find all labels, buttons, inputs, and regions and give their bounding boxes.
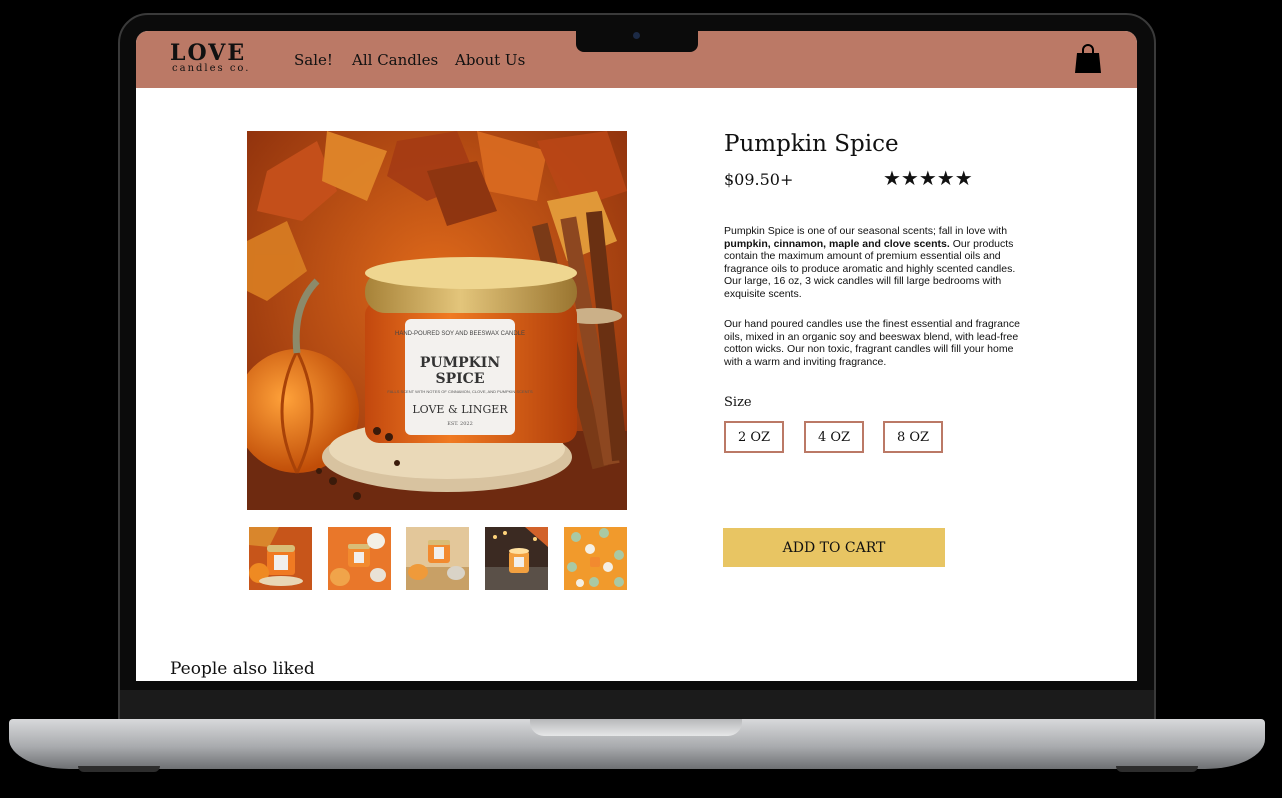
- nav-link-about-us[interactable]: About Us: [455, 51, 525, 69]
- product-thumbnail-3[interactable]: [406, 527, 469, 590]
- size-option-8oz[interactable]: 8 OZ: [883, 421, 943, 453]
- laptop-foot-right: [1116, 766, 1198, 772]
- description-scent-notes: pumpkin, cinnamon, maple and clove scent…: [724, 237, 950, 250]
- nav-link-all-candles[interactable]: All Candles: [352, 51, 438, 69]
- size-option-4oz[interactable]: 4 OZ: [804, 421, 864, 453]
- jar-label-maker: LOVE & LINGER: [412, 403, 508, 416]
- jar-label-top: HAND-POURED SOY AND BEESWAX CANDLE: [395, 331, 525, 337]
- rating-stars-icon: ★★★★★: [883, 168, 973, 190]
- add-to-cart-button[interactable]: ADD TO CART: [723, 528, 945, 567]
- product-thumbnail-2[interactable]: [328, 527, 391, 590]
- product-main-image: HAND-POURED SOY AND BEESWAX CANDLE PUMPK…: [247, 131, 627, 510]
- size-label: Size: [724, 395, 752, 410]
- size-option-2oz[interactable]: 2 OZ: [724, 421, 784, 453]
- jar-label-name-1: PUMPKIN: [420, 355, 500, 371]
- camera-icon: [633, 32, 640, 39]
- laptop-chin: [120, 690, 1154, 722]
- product-thumbnail-4[interactable]: [485, 527, 548, 590]
- brand-logo[interactable]: LOVE candles co.: [170, 42, 250, 74]
- nav-link-sale[interactable]: Sale!: [294, 51, 333, 69]
- product-thumbnail-1[interactable]: [249, 527, 312, 590]
- shopping-bag-icon[interactable]: [1074, 44, 1102, 74]
- product-price: $09.50+: [724, 170, 794, 189]
- laptop-opening-notch: [530, 719, 742, 736]
- people-also-liked-heading: People also liked: [170, 659, 315, 679]
- description-text-pre: Pumpkin Spice is one of our seasonal sce…: [724, 225, 1008, 237]
- product-title: Pumpkin Spice: [724, 131, 899, 157]
- browser-screen: LOVE candles co. Sale! All Candles About…: [136, 31, 1137, 681]
- jar-label-notes: FALLS SCENT WITH NOTES OF CINNAMON, CLOV…: [387, 389, 533, 394]
- jar-label-est: EST. 2022: [447, 421, 473, 427]
- product-description-2: Our hand poured candles use the finest e…: [724, 318, 1020, 368]
- jar-label-name-2: SPICE: [436, 371, 485, 387]
- product-thumbnail-5[interactable]: [564, 527, 627, 590]
- laptop-foot-left: [78, 766, 160, 772]
- product-description-1: Pumpkin Spice is one of our seasonal sce…: [724, 225, 1029, 301]
- logo-tagline: candles co.: [172, 63, 251, 74]
- logo-wordmark: LOVE: [170, 40, 247, 66]
